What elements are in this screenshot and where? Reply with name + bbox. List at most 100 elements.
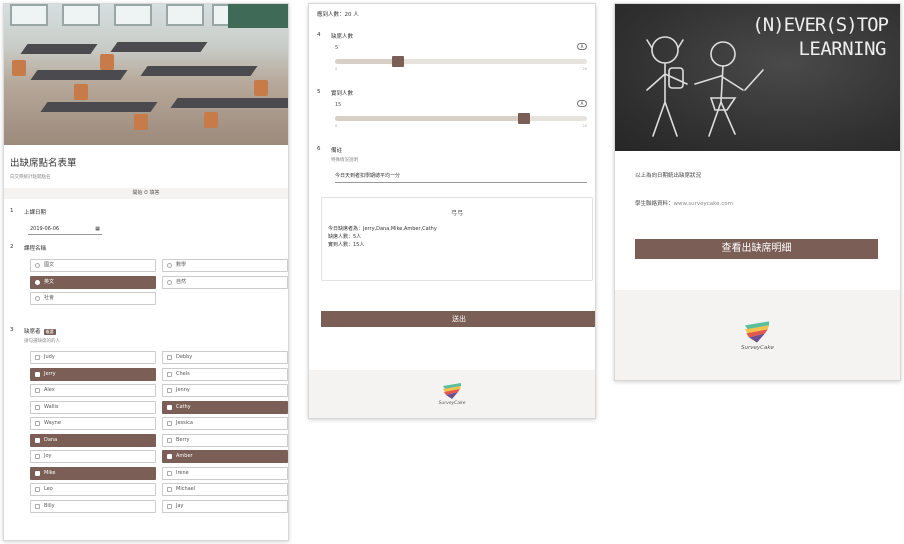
- language-bar[interactable]: 開始 ⏱ 填答: [4, 188, 288, 199]
- absentee-checkbox[interactable]: Leo: [30, 483, 156, 496]
- absentee-checkbox[interactable]: Jay: [162, 499, 288, 513]
- option-label: 社會: [44, 295, 55, 301]
- slider-value: 15: [335, 102, 342, 108]
- view-details-button[interactable]: 查看出缺席明細: [635, 239, 878, 259]
- course-option[interactable]: 國文: [30, 259, 156, 272]
- course-option[interactable]: 自然: [162, 275, 288, 289]
- checkbox-icon: [35, 470, 40, 476]
- slider-lock-icon[interactable]: A: [577, 43, 587, 50]
- option-label: Jenny: [176, 387, 190, 393]
- option-label: 自然: [176, 278, 187, 285]
- footer: SurveyCake: [309, 370, 595, 418]
- absentee-checkbox[interactable]: Chels: [162, 367, 288, 381]
- question-notes: 6 備註: [317, 146, 343, 154]
- checkbox-icon: [167, 421, 172, 426]
- absentee-checkbox[interactable]: Judy: [30, 351, 156, 364]
- absentee-checkbox[interactable]: Billy: [30, 499, 156, 513]
- checkbox-icon: [35, 487, 40, 492]
- absentee-checkbox[interactable]: Michael: [162, 483, 288, 496]
- option-label: Debby: [176, 354, 193, 360]
- checkbox-icon: [35, 371, 40, 377]
- contact-link[interactable]: www.surveycake.com: [674, 201, 734, 207]
- chalk-text-line2: LEARNING: [798, 38, 886, 60]
- slider-thumb[interactable]: [392, 56, 404, 67]
- absentee-checkbox[interactable]: Alex: [30, 384, 156, 397]
- form-page-2: 應到人數：20 人 4 缺席人數 5 A 0 20 5 實到人數 15 A 0 20…: [308, 3, 596, 419]
- checkbox-icon: [35, 454, 40, 459]
- option-label: Wayne: [44, 420, 61, 426]
- option-label: Judy: [44, 354, 55, 360]
- option-label: Chels: [176, 370, 190, 377]
- absentee-checkbox[interactable]: Joy: [30, 450, 156, 463]
- option-label: Dana: [44, 436, 58, 443]
- absentee-checkbox[interactable]: Debby: [162, 351, 288, 364]
- absentee-checkbox[interactable]: Jessica: [162, 417, 288, 430]
- absentee-checkbox[interactable]: Jerry: [30, 367, 156, 381]
- course-option[interactable]: 數學: [162, 259, 288, 272]
- slider-value: 5: [335, 45, 339, 51]
- classroom-photo: [4, 4, 288, 145]
- option-label: Leo: [44, 486, 53, 492]
- course-option[interactable]: 社會: [30, 292, 156, 305]
- slider-lock-icon[interactable]: A: [577, 100, 587, 107]
- absentee-options: Judy Debby Jerry Chels Alex Jenny Wallis Cathy W…: [30, 351, 288, 513]
- absentee-checkbox[interactable]: Irene: [162, 466, 288, 480]
- option-label: 數學: [176, 262, 187, 268]
- absentee-checkbox[interactable]: Wallis: [30, 400, 156, 414]
- checkbox-icon: [35, 421, 40, 426]
- checkbox-icon: [35, 388, 40, 393]
- expected-count: 應到人數：20 人: [317, 12, 359, 18]
- question-absent-count: 4 缺席人數: [317, 32, 354, 40]
- checkbox-icon: [35, 503, 40, 509]
- footer: SurveyCake: [615, 290, 900, 380]
- absentee-checkbox[interactable]: Wayne: [30, 417, 156, 430]
- option-label: Michael: [176, 486, 196, 492]
- surveycake-logo[interactable]: SurveyCake: [439, 382, 465, 406]
- option-label: Jay: [176, 502, 184, 509]
- absentee-checkbox[interactable]: Mike: [30, 466, 156, 480]
- checkbox-icon: [167, 503, 172, 509]
- thank-you-page: (N)EVER(S)TOP LEARNING 以上為向日期統出缺席狀況 學生聯絡…: [614, 3, 901, 381]
- option-label: Billy: [44, 502, 55, 509]
- checkbox-icon: [35, 355, 40, 360]
- course-options: 國文 數學英文 自然社會: [30, 259, 288, 305]
- course-option[interactable]: 英文: [30, 275, 156, 289]
- surveycake-logo[interactable]: SurveyCake: [741, 320, 774, 351]
- checkbox-icon: [35, 404, 40, 410]
- radio-icon: [167, 279, 172, 285]
- option-label: Wallis: [44, 403, 59, 410]
- notes-input[interactable]: 今日天到者扣學期總平均一分: [335, 169, 587, 183]
- option-label: Mike: [44, 469, 56, 476]
- form-subtitle: 向交際統計點開點名: [10, 175, 51, 180]
- checkbox-icon: [167, 454, 172, 459]
- option-label: Berry: [176, 436, 190, 443]
- option-label: 國文: [44, 262, 55, 268]
- option-label: Jerry: [44, 370, 56, 377]
- radio-icon: [35, 263, 40, 268]
- form-title: 出缺席點名表單: [10, 158, 77, 169]
- present-count-slider[interactable]: 15 A 0 20: [335, 100, 587, 142]
- chalkboard-image: (N)EVER(S)TOP LEARNING: [615, 4, 900, 151]
- absentee-checkbox[interactable]: Dana: [30, 433, 156, 447]
- form-page-1: 出缺席點名表單 向交際統計點開點名 開始 ⏱ 填答 1 上課日期 2019-06…: [3, 3, 289, 541]
- absentee-checkbox[interactable]: Amber: [162, 450, 288, 463]
- question-course: 2 課程名稱: [10, 244, 47, 252]
- checkbox-icon: [167, 371, 172, 377]
- absentee-checkbox[interactable]: Jenny: [162, 384, 288, 397]
- option-label: 英文: [44, 278, 55, 285]
- absent-count-slider[interactable]: 5 A 0 20: [335, 43, 587, 85]
- calendar-icon: ▦: [95, 226, 100, 232]
- absentee-checkbox[interactable]: Berry: [162, 433, 288, 447]
- absentee-checkbox[interactable]: Cathy: [162, 400, 288, 414]
- surveycake-logo-icon: [745, 320, 770, 343]
- date-input[interactable]: 2019-06-06 ▦: [28, 223, 102, 235]
- checkbox-icon: [35, 437, 40, 443]
- submit-button[interactable]: 送出: [321, 311, 595, 327]
- radio-icon: [167, 263, 172, 268]
- checkbox-icon: [167, 388, 172, 393]
- checkbox-icon: [167, 487, 172, 492]
- absentees-hint: 請勾選缺席的的人: [24, 339, 60, 344]
- question-date: 1 上課日期: [10, 208, 47, 216]
- slider-thumb[interactable]: [518, 113, 530, 124]
- option-label: Jessica: [176, 420, 193, 426]
